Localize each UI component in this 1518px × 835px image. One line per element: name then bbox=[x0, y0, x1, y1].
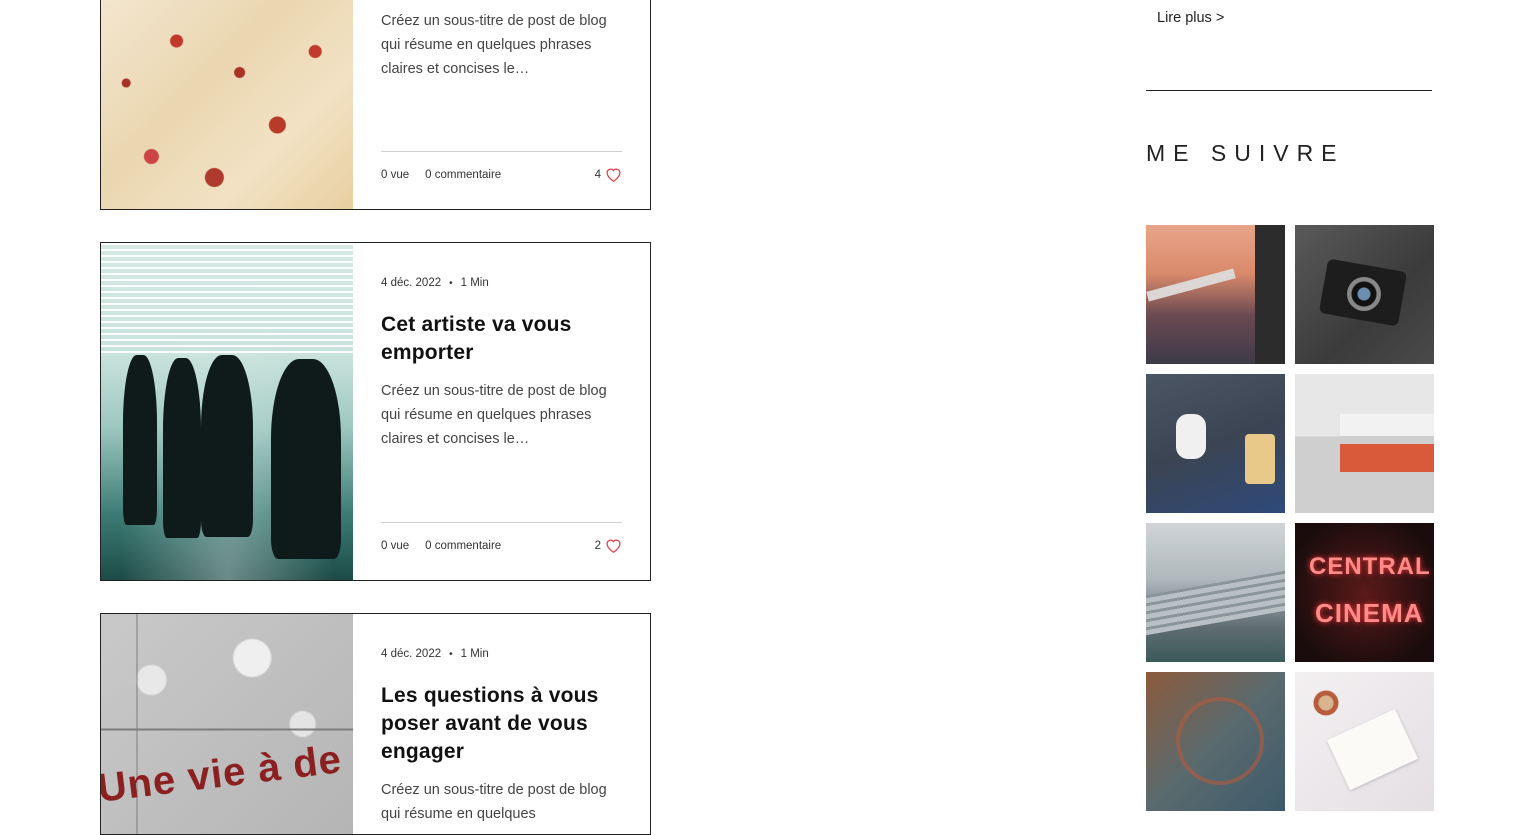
silhouette bbox=[123, 355, 157, 525]
post-card[interactable]: Une vie à de 4 déc. 2022 • 1 Min Les que… bbox=[100, 613, 651, 835]
post-card-body: 4 déc. 2022 • 1 Min Les questions à vous… bbox=[353, 614, 650, 834]
post-excerpt: Créez un sous-titre de post de blog qui … bbox=[381, 13, 607, 77]
comments-count[interactable]: 0 commentaire bbox=[425, 169, 501, 181]
post-image-concrete-text[interactable]: Une vie à de bbox=[101, 614, 353, 834]
post-date: 4 déc. 2022 bbox=[381, 277, 442, 289]
gallery-tile-book-and-coffee[interactable] bbox=[1295, 672, 1434, 811]
post-card[interactable]: Créez un sous-titre de post de blog qui … bbox=[100, 0, 651, 210]
post-date: 4 déc. 2022 bbox=[381, 648, 442, 660]
comments-count[interactable]: 0 commentaire bbox=[425, 540, 501, 552]
post-card-body: 4 déc. 2022 • 1 Min Cet artiste va vous … bbox=[353, 243, 650, 580]
post-meta: 4 déc. 2022 • 1 Min bbox=[381, 277, 622, 289]
post-meta: 4 déc. 2022 • 1 Min bbox=[381, 648, 622, 660]
gallery-tile-feet-on-tiles[interactable] bbox=[1146, 672, 1285, 811]
likes-count: 4 bbox=[594, 168, 601, 181]
post-excerpt: Créez un sous-titre de post de blog qui … bbox=[381, 383, 607, 447]
instagram-gallery bbox=[1146, 225, 1434, 811]
gallery-light-stripes bbox=[101, 243, 353, 353]
silhouette bbox=[201, 355, 253, 537]
follow-heading: ME SUIVRE bbox=[1146, 140, 1345, 166]
post-card-body: Créez un sous-titre de post de blog qui … bbox=[353, 0, 650, 209]
post-image-gallery-silhouettes[interactable] bbox=[101, 243, 353, 580]
likes[interactable]: 4 bbox=[595, 167, 622, 182]
sidebar-divider bbox=[1146, 90, 1432, 91]
gallery-tile-stairs-building[interactable] bbox=[1146, 523, 1285, 662]
gallery-tile-airplane-wing-sunset[interactable] bbox=[1146, 225, 1285, 364]
read-time: 1 Min bbox=[460, 648, 489, 660]
heart-icon[interactable] bbox=[605, 167, 622, 182]
post-stats: 0 vue 0 commentaire 2 bbox=[381, 522, 622, 553]
post-image-pizza[interactable] bbox=[101, 0, 353, 209]
silhouette bbox=[163, 358, 201, 538]
meta-separator: • bbox=[449, 648, 453, 660]
silhouette bbox=[271, 359, 341, 559]
gallery-tile-vintage-camera[interactable] bbox=[1295, 225, 1434, 364]
post-card[interactable]: 4 déc. 2022 • 1 Min Cet artiste va vous … bbox=[100, 242, 651, 581]
read-time: 1 Min bbox=[460, 277, 489, 289]
read-more-link[interactable]: Lire plus > bbox=[1157, 10, 1224, 26]
post-title[interactable]: Cet artiste va vous emporter bbox=[381, 311, 622, 367]
post-excerpt: Créez un sous-titre de post de blog qui … bbox=[381, 782, 607, 822]
post-stats: 0 vue 0 commentaire 4 bbox=[381, 151, 622, 182]
gallery-tile-books-on-shelf[interactable] bbox=[1295, 374, 1434, 513]
views-count: 0 vue bbox=[381, 168, 410, 181]
heart-icon[interactable] bbox=[605, 538, 622, 553]
likes-count: 2 bbox=[594, 539, 601, 552]
gallery-tile-central-cinema-neon[interactable] bbox=[1295, 523, 1434, 662]
likes[interactable]: 2 bbox=[595, 538, 622, 553]
image-text: Une vie à de bbox=[101, 737, 345, 811]
meta-separator: • bbox=[449, 277, 453, 289]
gallery-tile-feet-sneakers-food[interactable] bbox=[1146, 374, 1285, 513]
post-title[interactable]: Les questions à vous poser avant de vous… bbox=[381, 682, 622, 766]
views-count: 0 vue bbox=[381, 539, 410, 552]
